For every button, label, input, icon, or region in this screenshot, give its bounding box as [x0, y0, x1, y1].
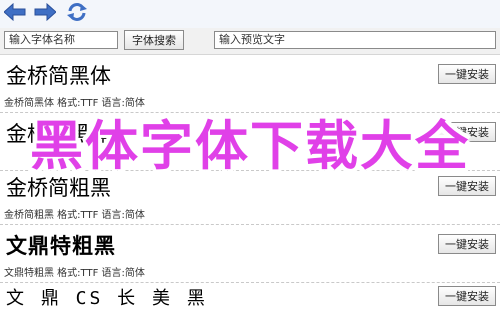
install-button[interactable]: 一键安装	[438, 286, 496, 306]
install-button[interactable]: 一键安装	[438, 234, 496, 254]
font-search-button[interactable]: 字体搜索	[124, 30, 184, 50]
back-arrow-icon[interactable]	[4, 3, 26, 21]
preview-text-input[interactable]: 输入预览文字	[214, 31, 496, 49]
font-preview: 金桥简黑体	[6, 64, 111, 88]
font-meta: 文鼎特粗黑 格式:TTF 语言:简体	[4, 268, 145, 279]
refresh-icon[interactable]	[66, 3, 88, 21]
font-row: 文鼎特粗黑 一键安装 文鼎特粗黑 格式:TTF 语言:简体	[0, 224, 500, 283]
font-row: 文 鼎 CS 长 美 黑 一键安装	[0, 282, 500, 310]
banner-title: 黑体字体下载大全	[30, 116, 470, 177]
font-meta: 金桥简粗黑 格式:TTF 语言:简体	[4, 210, 145, 221]
navigation-bar	[0, 0, 500, 28]
font-name-input[interactable]: 输入字体名称	[4, 31, 118, 49]
install-button[interactable]: 一键安装	[438, 64, 496, 84]
font-preview: 文 鼎 CS 长 美 黑	[6, 288, 208, 309]
search-toolbar: 输入字体名称 字体搜索 输入预览文字	[0, 28, 500, 55]
forward-arrow-icon[interactable]	[34, 3, 56, 21]
font-preview: 文鼎特粗黑	[6, 233, 116, 258]
